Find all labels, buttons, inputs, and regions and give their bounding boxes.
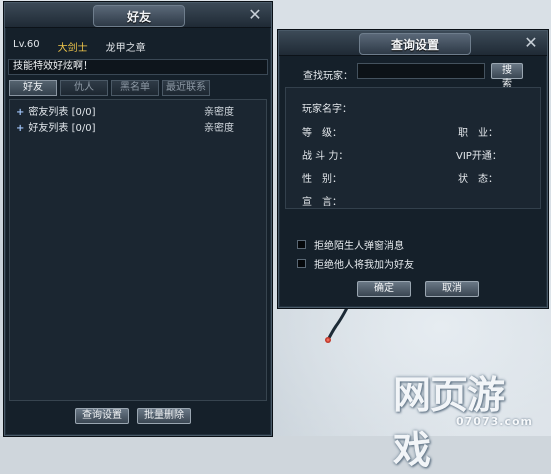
tab-enemies[interactable]: 仇人 — [60, 80, 108, 96]
site-watermark-logo: 网页游戏 07073.com — [393, 360, 543, 472]
player-info-panel: 玩家名字： 等 级： 战 斗 力： 性 别： 宣 言： 职 业： VIP开通： … — [285, 87, 541, 209]
batch-delete-button[interactable]: 批量删除 — [137, 408, 191, 424]
close-icon[interactable]: ✕ — [247, 7, 263, 23]
group-row-close-friends[interactable]: + 密友列表 [0/0] 亲密度 — [16, 106, 260, 120]
query-window-title: 查询设置 — [359, 33, 471, 55]
friends-titlebar[interactable]: 好友 ✕ — [5, 3, 271, 28]
level-label: 等 级： — [302, 128, 342, 139]
tab-recent-contacts[interactable]: 最近联系 — [162, 80, 210, 96]
tab-friends[interactable]: 好友 — [9, 80, 57, 96]
intimacy-label: 亲密度 — [204, 123, 234, 134]
query-settings-window: 查询设置 ✕ 查找玩家： 搜索 玩家名字： 等 级： 战 斗 力： 性 别： 宣… — [278, 30, 548, 308]
intimacy-label: 亲密度 — [204, 107, 234, 118]
cancel-button[interactable]: 取消 — [425, 281, 479, 297]
option-reject-friend-add[interactable]: 拒绝他人将我加为好友 — [297, 256, 414, 271]
job-label: 职 业： — [458, 128, 498, 139]
group-row-friends[interactable]: + 好友列表 [0/0] 亲密度 — [16, 122, 260, 136]
friends-list-panel: + 密友列表 [0/0] 亲密度 + 好友列表 [0/0] 亲密度 — [9, 99, 267, 401]
combat-power-label: 战 斗 力： — [302, 151, 349, 162]
player-level: Lv.60 — [13, 39, 40, 50]
motto-label: 宣 言： — [302, 197, 342, 208]
ok-button[interactable]: 确定 — [357, 281, 411, 297]
expand-plus-icon[interactable]: + — [16, 107, 24, 118]
query-titlebar[interactable]: 查询设置 ✕ — [279, 31, 547, 56]
friends-window-title: 好友 — [93, 5, 185, 27]
friends-window: 好友 ✕ Lv.60 大剑士 龙甲之章 技能特效好炫啊！ 好友 仇人 黑名单 最… — [4, 2, 272, 436]
find-player-label: 查找玩家： — [303, 71, 353, 82]
friends-bottom-buttons: 查询设置 批量删除 — [75, 408, 191, 424]
player-class: 大剑士 — [57, 43, 88, 54]
player-name-label: 玩家名字： — [302, 104, 352, 115]
expand-plus-icon[interactable]: + — [16, 123, 24, 134]
search-button[interactable]: 搜索 — [491, 63, 523, 90]
query-settings-button[interactable]: 查询设置 — [75, 408, 129, 424]
find-player-input[interactable] — [357, 63, 485, 79]
option-label: 拒绝陌生人弹窗消息 — [314, 240, 404, 252]
option-reject-stranger-popup[interactable]: 拒绝陌生人弹窗消息 — [297, 237, 404, 252]
option-label: 拒绝他人将我加为好友 — [314, 259, 414, 271]
friends-tabs: 好友 仇人 黑名单 最近联系 — [9, 80, 210, 96]
status-label: 状 态： — [458, 174, 498, 185]
group-name: 好友列表 [0/0] — [28, 123, 96, 134]
checkbox[interactable] — [297, 239, 306, 249]
signature-field[interactable]: 技能特效好炫啊！ — [8, 59, 268, 75]
watermark-sub-text: 07073.com — [456, 415, 533, 428]
player-info-row: Lv.60 大剑士 龙甲之章 — [13, 39, 146, 55]
background-top-strip — [270, 0, 551, 30]
checkbox[interactable] — [297, 258, 306, 268]
vip-label: VIP开通： — [456, 151, 502, 162]
gender-label: 性 别： — [302, 174, 342, 185]
player-title: 龙甲之章 — [105, 43, 146, 54]
close-icon[interactable]: ✕ — [523, 35, 539, 51]
tab-blacklist[interactable]: 黑名单 — [111, 80, 159, 96]
group-name: 密友列表 [0/0] — [28, 107, 96, 118]
